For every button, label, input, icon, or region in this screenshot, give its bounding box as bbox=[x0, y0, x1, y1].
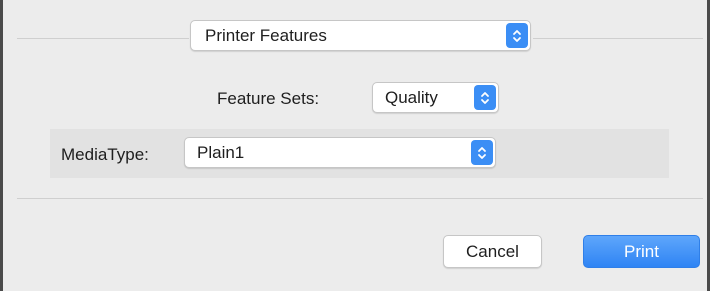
up-down-arrows-icon bbox=[471, 140, 493, 165]
print-button[interactable]: Print bbox=[583, 235, 700, 268]
up-down-arrows-icon bbox=[506, 23, 528, 48]
media-type-popup[interactable]: Plain1 bbox=[184, 137, 496, 168]
top-separator-right bbox=[533, 38, 703, 39]
cancel-button[interactable]: Cancel bbox=[443, 235, 542, 268]
up-down-arrows-icon bbox=[474, 85, 496, 110]
top-separator-left bbox=[17, 38, 189, 39]
media-type-value: Plain1 bbox=[197, 142, 245, 162]
panel-selector-popup[interactable]: Printer Features bbox=[190, 20, 531, 51]
bottom-separator bbox=[17, 198, 703, 199]
media-type-label: MediaType: bbox=[61, 145, 149, 164]
panel-selector-value: Printer Features bbox=[205, 25, 327, 45]
feature-sets-label: Feature Sets: bbox=[217, 89, 320, 108]
feature-sets-popup[interactable]: Quality bbox=[372, 82, 499, 113]
print-dialog: Printer Features Feature Sets: Quality M… bbox=[0, 0, 710, 291]
